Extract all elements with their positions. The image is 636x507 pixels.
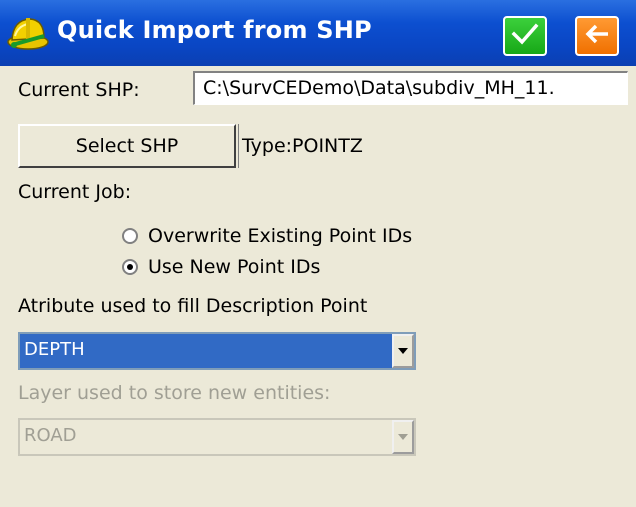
back-button[interactable] xyxy=(575,16,619,56)
radio-button[interactable] xyxy=(122,228,138,244)
shp-type-label: Type:POINTZ xyxy=(238,124,363,168)
attribute-value: DEPTH xyxy=(20,334,392,368)
radio-overwrite-ids[interactable]: Overwrite Existing Point IDs xyxy=(122,225,412,247)
current-job-label: Current Job: xyxy=(18,181,132,203)
select-shp-button[interactable]: Select SHP xyxy=(18,124,236,168)
back-arrow-icon xyxy=(583,22,611,50)
radio-label: Overwrite Existing Point IDs xyxy=(148,225,413,247)
chevron-down-icon[interactable] xyxy=(392,334,414,368)
radio-new-ids[interactable]: Use New Point IDs xyxy=(122,256,320,278)
ok-button[interactable] xyxy=(503,16,547,56)
attribute-label: Atribute used to fill Description Point xyxy=(18,295,368,317)
attribute-dropdown[interactable]: DEPTH xyxy=(18,332,416,370)
radio-button-selected[interactable] xyxy=(122,259,138,275)
title-bar: Quick Import from SHP xyxy=(0,0,636,66)
layer-value: ROAD xyxy=(24,425,77,446)
window-title: Quick Import from SHP xyxy=(57,16,372,44)
surveyor-helmet-icon xyxy=(6,12,50,52)
radio-label: Use New Point IDs xyxy=(148,256,321,278)
checkmark-icon xyxy=(511,22,539,50)
layer-dropdown: ROAD xyxy=(18,418,416,456)
chevron-down-icon xyxy=(392,420,414,454)
current-shp-label: Current SHP: xyxy=(18,79,140,101)
current-shp-field[interactable]: C:\SurvCEDemo\Data\subdiv_MH_11. xyxy=(193,71,628,105)
layer-label: Layer used to store new entities: xyxy=(18,382,331,404)
